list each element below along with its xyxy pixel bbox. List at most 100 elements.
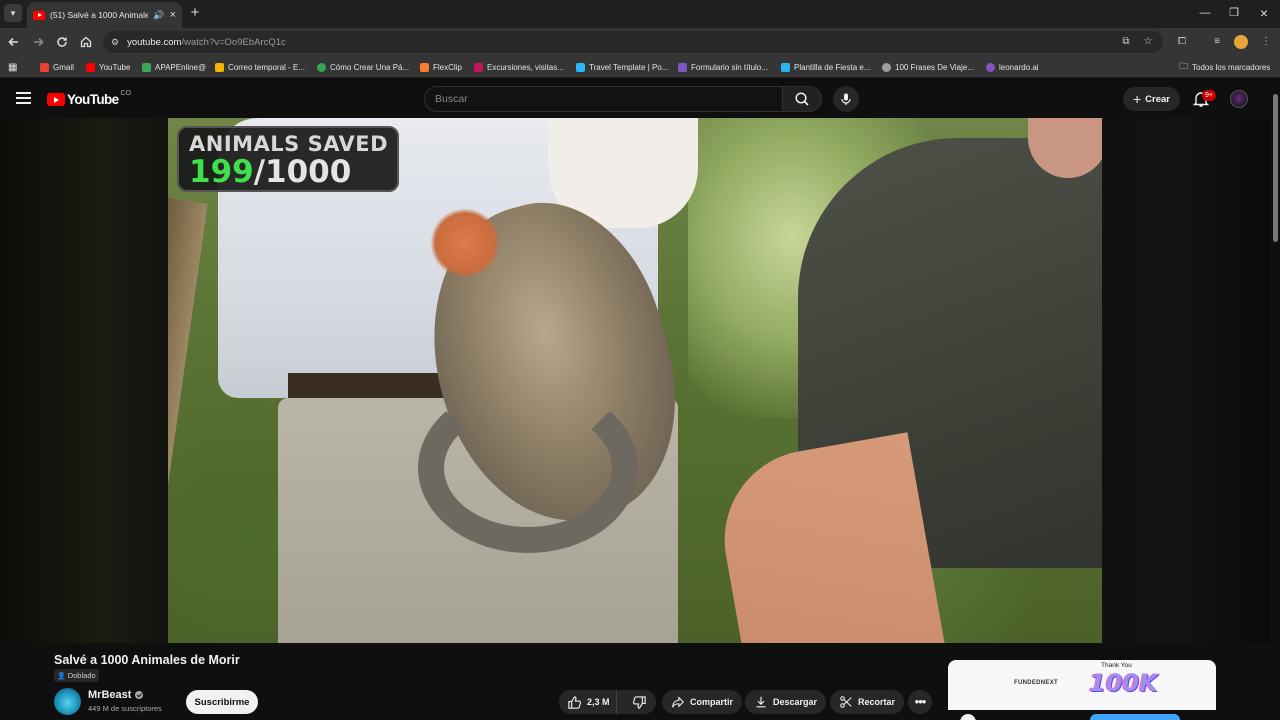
youtube-logo[interactable]: YouTube CO bbox=[47, 90, 131, 107]
scroll-thumb[interactable] bbox=[1273, 94, 1278, 242]
home-button[interactable] bbox=[78, 34, 94, 50]
browser-toolbar: ⚙ youtube.com/watch?v=Oo9EbArcQ1c ⧉ ☆ ⧠ … bbox=[0, 28, 1280, 56]
plus-icon: + bbox=[1132, 91, 1142, 107]
dubbed-badge: 👤 Doblado bbox=[54, 669, 99, 682]
account-avatar[interactable] bbox=[1230, 90, 1248, 108]
like-button[interactable]: 2,3 M bbox=[559, 690, 618, 714]
bookmark-site-icon bbox=[474, 62, 483, 72]
video-player[interactable] bbox=[168, 118, 1102, 643]
bookmark-label: Gmail bbox=[53, 62, 74, 72]
opossum-paw bbox=[430, 208, 500, 278]
share-button[interactable]: Compartir bbox=[662, 690, 743, 714]
thumbs-down-icon bbox=[632, 695, 646, 709]
bookmark-label: Travel Template | Po... bbox=[589, 62, 669, 72]
ad-footer bbox=[948, 710, 1216, 720]
bookmark-label: Formulario sin título... bbox=[691, 62, 768, 72]
sponsored-ad-card[interactable]: Thank You FUNDEDNEXT 100K bbox=[948, 660, 1216, 720]
animals-saved-overlay: ANIMALS SAVED 199/1000 bbox=[177, 126, 399, 192]
voice-search-button[interactable] bbox=[833, 86, 859, 112]
create-button[interactable]: + Crear bbox=[1123, 87, 1180, 111]
page-scrollbar[interactable] bbox=[1270, 80, 1280, 720]
more-actions-button[interactable]: ••• bbox=[908, 690, 932, 714]
bookmark-star-icon[interactable]: ☆ bbox=[1140, 34, 1156, 50]
bookmark-crear-pagina[interactable]: Cómo Crear Una Pá... bbox=[317, 60, 409, 74]
arm bbox=[710, 432, 946, 643]
bookmark-label: leonardo.ai bbox=[999, 62, 1039, 72]
subscriber-count: 449 M de suscriptores bbox=[88, 704, 162, 713]
browser-tab-strip: ▾ (51) Salvé a 1000 Animales 🔊 × + — ❐ × bbox=[0, 0, 1280, 28]
opossum-tail bbox=[418, 383, 638, 553]
install-app-icon[interactable]: ⧉ bbox=[1118, 34, 1134, 50]
bookmark-label: 100 Frases De Viaje... bbox=[895, 62, 975, 72]
apps-grid-icon[interactable]: ▦ bbox=[8, 60, 17, 74]
dislike-button[interactable] bbox=[622, 690, 656, 714]
bookmark-youtube[interactable]: YouTube bbox=[86, 60, 130, 74]
bookmark-frases-viaje[interactable]: 100 Frases De Viaje... bbox=[882, 60, 974, 74]
channel-avatar[interactable] bbox=[54, 688, 81, 715]
bookmark-correo[interactable]: Correo temporal - E... bbox=[215, 60, 305, 74]
forms-icon bbox=[678, 62, 687, 72]
clip-label: Recortar bbox=[858, 697, 896, 707]
youtube-header: YouTube CO Buscar + Crear bbox=[0, 80, 1280, 118]
all-bookmarks-label: Todos los marcadores bbox=[1192, 62, 1271, 72]
profile-avatar-icon[interactable] bbox=[1233, 34, 1249, 50]
check-icon bbox=[317, 62, 326, 72]
bookmark-label: Excursiones, visitas... bbox=[487, 62, 564, 72]
verified-icon bbox=[135, 691, 144, 699]
bookmark-label: APAPEnline@ bbox=[155, 62, 207, 72]
bookmark-leonardo[interactable]: leonardo.ai bbox=[986, 60, 1039, 74]
youtube-play-icon bbox=[47, 93, 65, 106]
close-tab-icon[interactable]: × bbox=[170, 9, 176, 21]
site-info-icon[interactable]: ⚙ bbox=[111, 37, 119, 48]
like-count: 2,3 M bbox=[587, 697, 610, 707]
bookmark-excursiones[interactable]: Excursiones, visitas... bbox=[474, 60, 564, 74]
folder-icon: 🗀 bbox=[1179, 61, 1189, 71]
bookmark-label: FlexClip bbox=[433, 62, 462, 72]
search-icon bbox=[795, 92, 809, 106]
bookmark-site-icon bbox=[215, 62, 224, 72]
forward-button[interactable] bbox=[30, 34, 46, 50]
create-label: Crear bbox=[1145, 93, 1170, 105]
ad-avatar bbox=[960, 714, 976, 720]
new-tab-button[interactable]: + bbox=[187, 4, 203, 22]
bookmark-gmail[interactable]: Gmail bbox=[40, 60, 74, 74]
share-label: Compartir bbox=[690, 697, 734, 707]
browser-menu-icon[interactable]: ⋮ bbox=[1258, 34, 1274, 50]
speaker-icon[interactable]: 🔊 bbox=[153, 10, 164, 21]
ad-cta-button[interactable] bbox=[1090, 714, 1180, 720]
back-button[interactable] bbox=[6, 34, 22, 50]
download-button[interactable]: Descargar bbox=[745, 690, 827, 714]
total-count: /1000 bbox=[253, 154, 352, 190]
bookmark-plantilla-fiesta[interactable]: Plantilla de Fiesta e... bbox=[781, 60, 870, 74]
tab-search-button[interactable]: ▾ bbox=[4, 4, 22, 22]
bookmark-formulario[interactable]: Formulario sin título... bbox=[678, 60, 768, 74]
ad-thanks-text: Thank You bbox=[1101, 662, 1132, 669]
restore-button[interactable]: ❐ bbox=[1225, 5, 1243, 21]
search-input[interactable]: Buscar bbox=[424, 86, 782, 112]
reload-button[interactable] bbox=[54, 34, 70, 50]
bookmarks-bar: ▦ Gmail YouTube APAPEnline@ Correo tempo… bbox=[0, 56, 1280, 78]
ad-headline: 100K bbox=[1089, 669, 1158, 697]
close-window-button[interactable]: × bbox=[1255, 5, 1273, 21]
search-button[interactable] bbox=[782, 86, 822, 112]
extensions-icon[interactable]: ⧠ bbox=[1174, 34, 1190, 50]
all-bookmarks-folder[interactable]: 🗀 Todos los marcadores bbox=[1179, 60, 1270, 74]
subscribe-button[interactable]: Suscribirme bbox=[186, 690, 258, 714]
tab-title: (51) Salvé a 1000 Animales bbox=[50, 10, 149, 20]
gmail-icon bbox=[40, 62, 49, 72]
more-horizontal-icon: ••• bbox=[914, 694, 927, 709]
bookmark-travel-template[interactable]: Travel Template | Po... bbox=[576, 60, 668, 74]
clip-button[interactable]: Recortar bbox=[830, 690, 905, 714]
menu-icon[interactable] bbox=[16, 92, 31, 104]
bookmark-apapenline[interactable]: APAPEnline@ bbox=[142, 60, 206, 74]
address-bar[interactable]: ⚙ youtube.com/watch?v=Oo9EbArcQ1c bbox=[103, 31, 1163, 53]
minimize-button[interactable]: — bbox=[1196, 5, 1214, 21]
channel-name[interactable]: MrBeast bbox=[88, 689, 144, 701]
ad-brand-name: FUNDEDNEXT bbox=[1014, 680, 1059, 686]
bookmark-label: Correo temporal - E... bbox=[228, 62, 305, 72]
bookmark-flexclip[interactable]: FlexClip bbox=[420, 60, 462, 74]
browser-tab-active[interactable]: (51) Salvé a 1000 Animales 🔊 × bbox=[27, 2, 182, 28]
person-audio-icon: 👤 bbox=[57, 672, 66, 680]
bookmark-label: Plantilla de Fiesta e... bbox=[794, 62, 871, 72]
media-controls-icon[interactable]: ≡ bbox=[1209, 34, 1225, 50]
